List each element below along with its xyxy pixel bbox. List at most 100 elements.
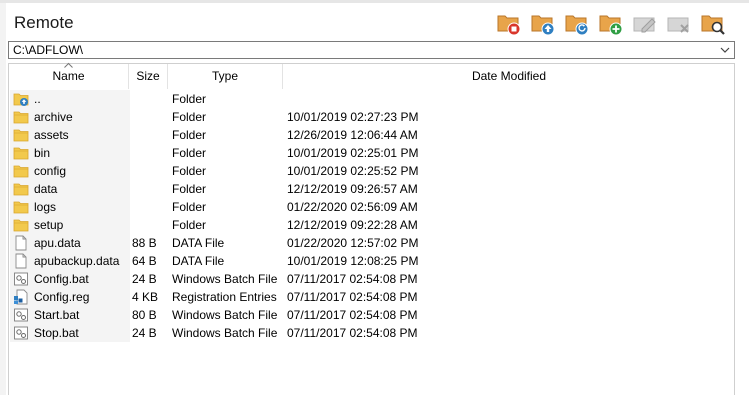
- file-type: Folder: [172, 218, 207, 232]
- batch-file-icon: [13, 271, 29, 287]
- path-value: C:\ADFLOW\: [13, 43, 84, 57]
- sort-ascending-icon: [64, 62, 73, 68]
- file-size: 64 B: [132, 254, 157, 268]
- delete-icon: [667, 17, 689, 33]
- table-row[interactable]: Config.bat 24 B Windows Batch File 07/11/20…: [9, 270, 734, 288]
- file-date-modified: 07/11/2017 02:54:08 PM: [287, 308, 418, 322]
- file-type: Folder: [172, 200, 207, 214]
- file-size: 80 B: [132, 308, 157, 322]
- folder-icon: [13, 127, 29, 143]
- file-list[interactable]: Name Size Type Date Modified .. Folder arc…: [8, 62, 735, 395]
- file-size: 24 B: [132, 272, 157, 286]
- file-date-modified: 07/11/2017 02:54:08 PM: [287, 272, 418, 286]
- file-date-modified: 12/26/2019 12:06:44 AM: [287, 128, 418, 142]
- chevron-down-icon[interactable]: [719, 44, 731, 56]
- file-type: Folder: [172, 146, 207, 160]
- file-size: 24 B: [132, 326, 157, 340]
- table-row[interactable]: config Folder 10/01/2019 02:25:52 PM: [9, 162, 734, 180]
- file-icon: [13, 235, 29, 251]
- batch-file-icon: [13, 307, 29, 323]
- file-type: Folder: [172, 182, 207, 196]
- window-top-border: [0, 0, 749, 3]
- edit-button[interactable]: [630, 9, 660, 37]
- file-size: 4 KB: [132, 290, 159, 304]
- folder-icon: [13, 109, 29, 125]
- column-header-row: Name Size Type Date Modified: [9, 62, 735, 89]
- folder-up-icon: [13, 91, 29, 107]
- file-date-modified: 10/01/2019 12:08:25 PM: [287, 254, 419, 268]
- file-date-modified: 12/12/2019 09:22:28 AM: [287, 218, 418, 232]
- file-type: Windows Batch File: [172, 326, 278, 340]
- table-row[interactable]: Stop.bat 24 B Windows Batch File 07/11/2017…: [9, 324, 734, 342]
- file-type: DATA File: [172, 236, 225, 250]
- table-row[interactable]: .. Folder: [9, 90, 734, 108]
- file-type: Folder: [172, 128, 207, 142]
- file-name: apubackup.data: [34, 254, 120, 268]
- table-row[interactable]: apu.data 88 B DATA File 01/22/2020 12:57:02…: [9, 234, 734, 252]
- file-name: apu.data: [34, 236, 81, 250]
- table-row[interactable]: setup Folder 12/12/2019 09:22:28 AM: [9, 216, 734, 234]
- table-row[interactable]: logs Folder 01/22/2020 02:56:09 AM: [9, 198, 734, 216]
- file-name: bin: [34, 146, 51, 160]
- file-date-modified: 12/12/2019 09:26:57 AM: [287, 182, 418, 196]
- file-date-modified: 10/01/2019 02:25:52 PM: [287, 164, 419, 178]
- table-row[interactable]: data Folder 12/12/2019 09:26:57 AM: [9, 180, 734, 198]
- toolbar: [494, 9, 728, 37]
- table-row[interactable]: Start.bat 80 B Windows Batch File 07/11/201…: [9, 306, 734, 324]
- file-name: Config.reg: [34, 290, 90, 304]
- file-name: setup: [34, 218, 64, 232]
- file-date-modified: 10/01/2019 02:27:23 PM: [287, 110, 419, 124]
- folder-icon: [13, 217, 29, 233]
- file-name: archive: [34, 110, 73, 124]
- file-date-modified: 07/11/2017 02:54:08 PM: [287, 326, 418, 340]
- file-name: data: [34, 182, 58, 196]
- file-date-modified: 07/11/2017 02:54:08 PM: [287, 290, 418, 304]
- file-name: assets: [34, 128, 69, 142]
- new-folder-button[interactable]: [596, 9, 626, 37]
- upload-button[interactable]: [528, 9, 558, 37]
- table-row[interactable]: Config.reg 4 KB Registration Entries 07/11/…: [9, 288, 734, 306]
- file-name: Stop.bat: [34, 326, 79, 340]
- batch-file-icon: [13, 325, 29, 341]
- find-button[interactable]: [698, 9, 728, 37]
- file-date-modified: 01/22/2020 02:56:09 AM: [287, 200, 418, 214]
- column-header-type[interactable]: Type: [168, 64, 283, 89]
- table-row[interactable]: bin Folder 10/01/2019 02:25:01 PM: [9, 144, 734, 162]
- refresh-button[interactable]: [562, 9, 592, 37]
- panel-title: Remote: [14, 13, 74, 32]
- file-date-modified: 10/01/2019 02:25:01 PM: [287, 146, 419, 160]
- folder-refresh-icon: [565, 15, 589, 36]
- file-name: logs: [34, 200, 57, 214]
- folder-icon: [13, 163, 29, 179]
- registry-file-icon: [13, 289, 29, 305]
- folder-add-icon: [599, 15, 623, 36]
- file-type: Windows Batch File: [172, 272, 278, 286]
- column-header-name[interactable]: Name: [9, 62, 129, 89]
- folder-stop-icon: [497, 15, 521, 36]
- file-name: config: [34, 164, 67, 178]
- file-type: Windows Batch File: [172, 308, 278, 322]
- path-combobox[interactable]: C:\ADFLOW\: [8, 41, 735, 59]
- stop-button[interactable]: [494, 9, 524, 37]
- folder-icon: [13, 145, 29, 161]
- file-type: Folder: [172, 164, 207, 178]
- folder-icon: [13, 181, 29, 197]
- file-icon: [13, 253, 29, 269]
- file-type: DATA File: [172, 254, 225, 268]
- column-header-size[interactable]: Size: [129, 64, 168, 89]
- file-type: Folder: [172, 110, 207, 124]
- file-date-modified: 01/22/2020 12:57:02 PM: [287, 236, 419, 250]
- table-row[interactable]: apubackup.data 64 B DATA File 10/01/2019 12…: [9, 252, 734, 270]
- file-name: ..: [34, 92, 41, 106]
- file-name: Start.bat: [34, 308, 80, 322]
- delete-button[interactable]: [664, 9, 694, 37]
- table-row[interactable]: archive Folder 10/01/2019 02:27:23 PM: [9, 108, 734, 126]
- file-type: Folder: [172, 92, 207, 106]
- table-row[interactable]: assets Folder 12/26/2019 12:06:44 AM: [9, 126, 734, 144]
- file-name: Config.bat: [34, 272, 89, 286]
- folder-search-icon: [701, 15, 725, 35]
- file-type: Registration Entries: [172, 290, 277, 304]
- edit-icon: [633, 17, 656, 33]
- window-left-edge: [0, 3, 6, 395]
- column-header-date-modified[interactable]: Date Modified: [283, 64, 735, 89]
